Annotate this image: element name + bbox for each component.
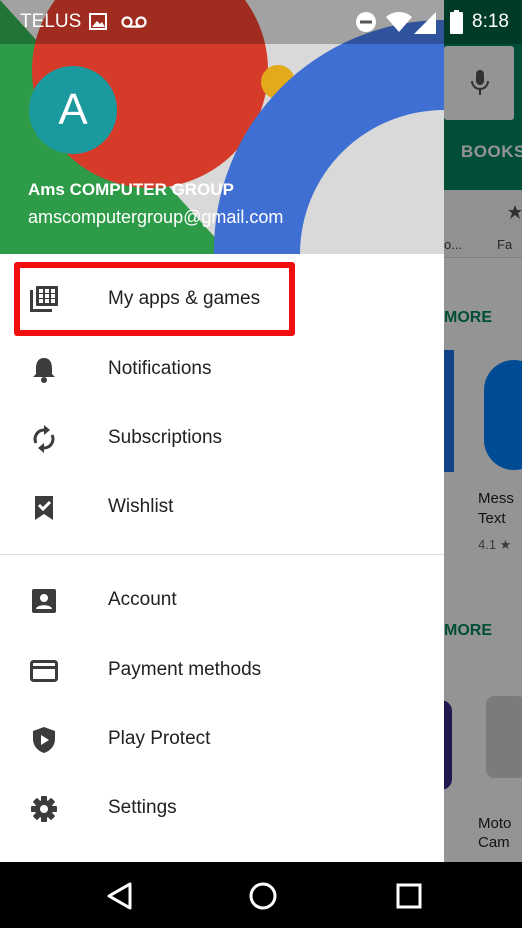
highlight-annotation: [14, 262, 295, 336]
system-nav-bar: [0, 862, 522, 928]
carrier-name: TELUS: [20, 11, 82, 32]
voicemail-icon: [121, 16, 147, 28]
menu-item-payment-methods[interactable]: Payment methods: [0, 641, 444, 701]
image-notification-icon: [89, 13, 107, 30]
refresh-icon: [33, 425, 55, 453]
shield-icon: [33, 727, 55, 753]
home-icon[interactable]: [247, 880, 279, 912]
gear-icon: [31, 796, 57, 822]
navigation-drawer: A Ams COMPUTER GROUP amscomputergroup@gm…: [0, 0, 444, 862]
menu-item-label: Play Protect: [108, 728, 211, 749]
account-email[interactable]: amscomputergroup@gmail.com: [28, 207, 283, 228]
back-icon[interactable]: [104, 880, 136, 912]
avatar[interactable]: A: [29, 66, 117, 154]
menu-item-wishlist[interactable]: Wishlist: [0, 478, 444, 538]
menu-item-label: Settings: [108, 797, 177, 818]
clock: 8:18: [472, 11, 509, 32]
do-not-disturb-icon: [356, 12, 376, 32]
wifi-icon: [386, 11, 412, 32]
status-bar: TELUS 8:18: [0, 0, 522, 44]
bookmark-check-icon: [35, 496, 53, 520]
recents-icon[interactable]: [393, 880, 425, 912]
menu-item-account[interactable]: Account: [0, 571, 444, 631]
menu-item-notifications[interactable]: Notifications: [0, 340, 444, 400]
menu-item-label: Notifications: [108, 358, 212, 379]
person-icon: [32, 589, 56, 613]
account-name[interactable]: Ams COMPUTER GROUP: [28, 180, 234, 200]
bell-icon: [33, 358, 55, 383]
menu-item-label: Payment methods: [108, 659, 262, 680]
menu-item-label: Account: [108, 589, 177, 610]
battery-icon: [450, 10, 463, 34]
menu-item-subscriptions[interactable]: Subscriptions: [0, 409, 444, 469]
menu-item-settings[interactable]: Settings: [0, 779, 444, 839]
menu-divider: [0, 554, 444, 555]
credit-card-icon: [30, 660, 58, 682]
cell-signal-icon: [414, 12, 436, 34]
menu-item-play-protect[interactable]: Play Protect: [0, 710, 444, 770]
menu-item-label: Subscriptions: [108, 427, 223, 448]
menu-item-label: Wishlist: [108, 496, 174, 517]
